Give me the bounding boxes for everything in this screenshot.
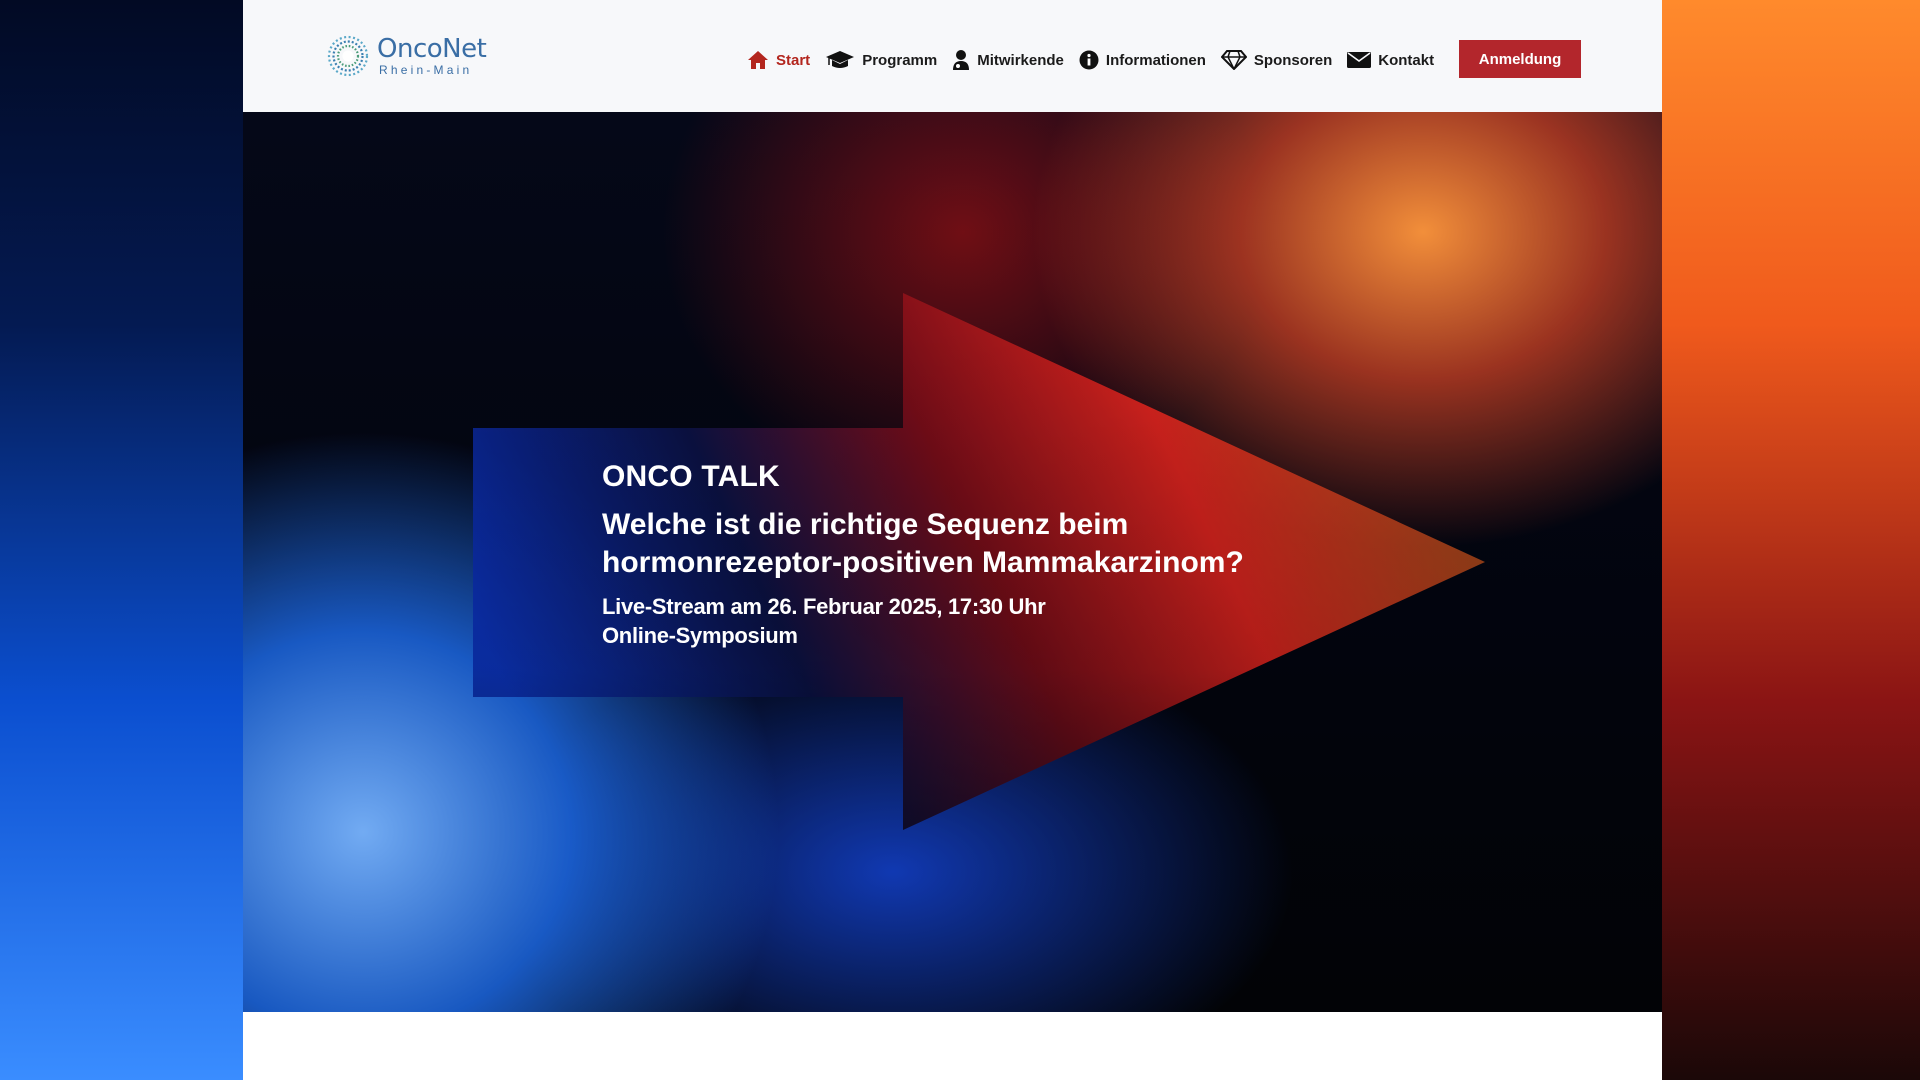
hero-banner: ONCO TALK Welche ist die richtige Sequen… <box>243 112 1662 1012</box>
onconet-logo-icon <box>327 35 369 77</box>
site-header: OncoNet Rhein-Main Start Programm Mitwir… <box>243 0 1662 112</box>
envelope-icon <box>1347 52 1372 68</box>
page-background-right <box>1662 0 1920 1080</box>
home-icon <box>748 51 768 69</box>
nav-item-kontakt[interactable]: Kontakt <box>1347 51 1434 69</box>
nav-item-start[interactable]: Start <box>747 50 810 70</box>
logo-subtitle: Rhein-Main <box>379 63 473 77</box>
nav-label-informationen: Informationen <box>1105 51 1206 69</box>
user-doctor-icon <box>953 50 970 70</box>
hero-title-line-2: hormonrezeptor-positiven Mammakarzinom? <box>602 546 1244 579</box>
hero-text-block: ONCO TALK Welche ist die richtige Sequen… <box>602 460 1244 650</box>
info-icon <box>1079 50 1099 70</box>
event-series-label: ONCO TALK <box>602 460 780 493</box>
logo-title: OncoNet <box>377 34 487 64</box>
nav-label-sponsoren: Sponsoren <box>1253 51 1333 69</box>
hero-title-line-1: Welche ist die richtige Sequenz beim <box>602 508 1129 541</box>
page-content: OncoNet Rhein-Main Start Programm Mitwir… <box>243 0 1662 1080</box>
event-date: Live-Stream am 26. Februar 2025, 17:30 U… <box>602 594 1046 619</box>
nav-label-start: Start <box>776 51 811 69</box>
main-nav: Start Programm Mitwirkende Informationen… <box>747 40 1449 80</box>
page-background-left <box>0 0 243 1080</box>
event-format: Online-Symposium <box>602 623 798 648</box>
nav-label-mitwirkende: Mitwirkende <box>977 51 1064 69</box>
nav-item-informationen[interactable]: Informationen <box>1079 50 1206 70</box>
site-logo[interactable]: OncoNet Rhein-Main <box>325 33 487 79</box>
hero-title: Welche ist die richtige Sequenz beim hor… <box>602 506 1244 582</box>
nav-label-programm: Programm <box>862 51 938 69</box>
nav-item-sponsoren[interactable]: Sponsoren <box>1220 50 1333 70</box>
nav-label-kontakt: Kontakt <box>1378 51 1435 69</box>
registration-button[interactable]: Anmeldung <box>1459 40 1581 78</box>
graduation-cap-icon <box>826 51 855 68</box>
diamond-icon <box>1220 50 1247 70</box>
nav-item-programm[interactable]: Programm <box>825 50 937 70</box>
nav-item-mitwirkende[interactable]: Mitwirkende <box>952 49 1064 71</box>
